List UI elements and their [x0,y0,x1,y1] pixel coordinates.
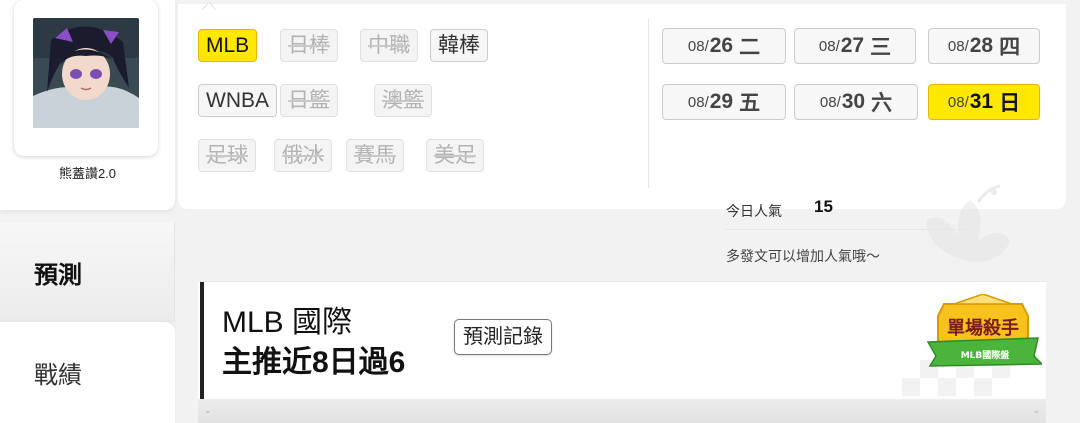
date-button[interactable]: 08/27 三 [794,28,916,64]
main-panel: MLB 日棒 中職 韓棒 WNBA 日籃 澳籃 足球 俄冰 賽馬 美足 08/26 二 08/27 三 08… [178,0,1080,423]
league-button[interactable]: 日棒 [280,29,338,62]
filter-card: MLB 日棒 中職 韓棒 WNBA 日籃 澳籃 足球 俄冰 賽馬 美足 08/26 二 08/27 三 08… [178,1,1066,209]
date-month: 08/ [687,93,709,111]
date-day: 29 [709,90,734,113]
date-month: 08/ [947,37,969,55]
popularity-divider [726,229,966,230]
date-day: 31 [969,90,994,113]
date-button[interactable]: 08/29 五 [662,84,786,120]
prediction-title: MLB 國際 [222,306,353,339]
date-button[interactable]: 08/30 六 [794,84,918,120]
username: 熊蓋讚2.0 [58,166,117,181]
league-button[interactable]: MLB [198,29,258,62]
badge-main-text: 單場殺手 [947,317,1019,339]
date-day: 30 [841,90,866,113]
profile-card: 熊蓋讚2.0 [0,0,175,210]
popularity-label: 今日人氣 [726,203,782,219]
prediction-record-button[interactable]: 預測記錄 [454,319,552,355]
badge-sub-text: MLB國際盤 [961,349,1011,361]
date-weekday: 五 [739,92,761,115]
date-month: 08/ [947,93,969,111]
league-button[interactable]: 韓棒 [430,29,488,62]
date-day: 27 [840,34,865,57]
prediction-footer: ⌄ ⌄ [198,399,1046,423]
date-weekday: 六 [871,92,893,115]
league-button[interactable]: 賽馬 [346,139,404,172]
butterfly-decoration-icon [926,184,1010,262]
league-button[interactable]: 澳籃 [374,84,432,117]
popularity-value: 15 [814,197,833,216]
date-weekday: 日 [999,92,1021,115]
date-button[interactable]: 08/31 日 [928,84,1040,120]
prediction-card: MLB 國際 主推近8日過6 預測記錄 單場殺手 MLB國際盤 ⌄ ⌄ [198,281,1046,423]
league-button[interactable]: 日籃 [280,84,338,117]
league-button[interactable]: WNBA [198,84,277,117]
popularity-tip: 多發文可以增加人氣哦～ [726,248,880,264]
scroll-right-icon: ⌄ [1032,405,1040,415]
scroll-left-icon: ⌄ [204,405,212,415]
avatar [33,18,139,128]
date-month: 08/ [819,93,841,111]
notch-icon [202,1,216,10]
date-day: 26 [709,34,734,57]
date-weekday: 三 [870,36,892,59]
date-weekday: 四 [999,36,1021,59]
date-month: 08/ [818,37,840,55]
prediction-accent-bar [200,282,204,399]
nav-record[interactable]: 戰績 [0,322,175,423]
prediction-subtitle: 主推近8日過6 [222,346,406,379]
date-weekday: 二 [739,36,761,59]
divider [648,18,649,188]
avatar-frame[interactable] [14,0,158,156]
left-sidebar: 熊蓋讚2.0 預測 戰績 [0,0,175,423]
league-button[interactable]: 中職 [360,29,418,62]
league-button[interactable]: 美足 [426,139,484,172]
nav-predict[interactable]: 預測 [0,222,175,322]
league-button[interactable]: 足球 [198,139,256,172]
date-button[interactable]: 08/28 四 [928,28,1040,64]
killer-badge: 單場殺手 MLB國際盤 [926,294,1042,367]
league-button[interactable]: 俄冰 [274,139,332,172]
date-month: 08/ [687,37,709,55]
date-button[interactable]: 08/26 二 [662,28,786,64]
date-day: 28 [969,34,994,57]
